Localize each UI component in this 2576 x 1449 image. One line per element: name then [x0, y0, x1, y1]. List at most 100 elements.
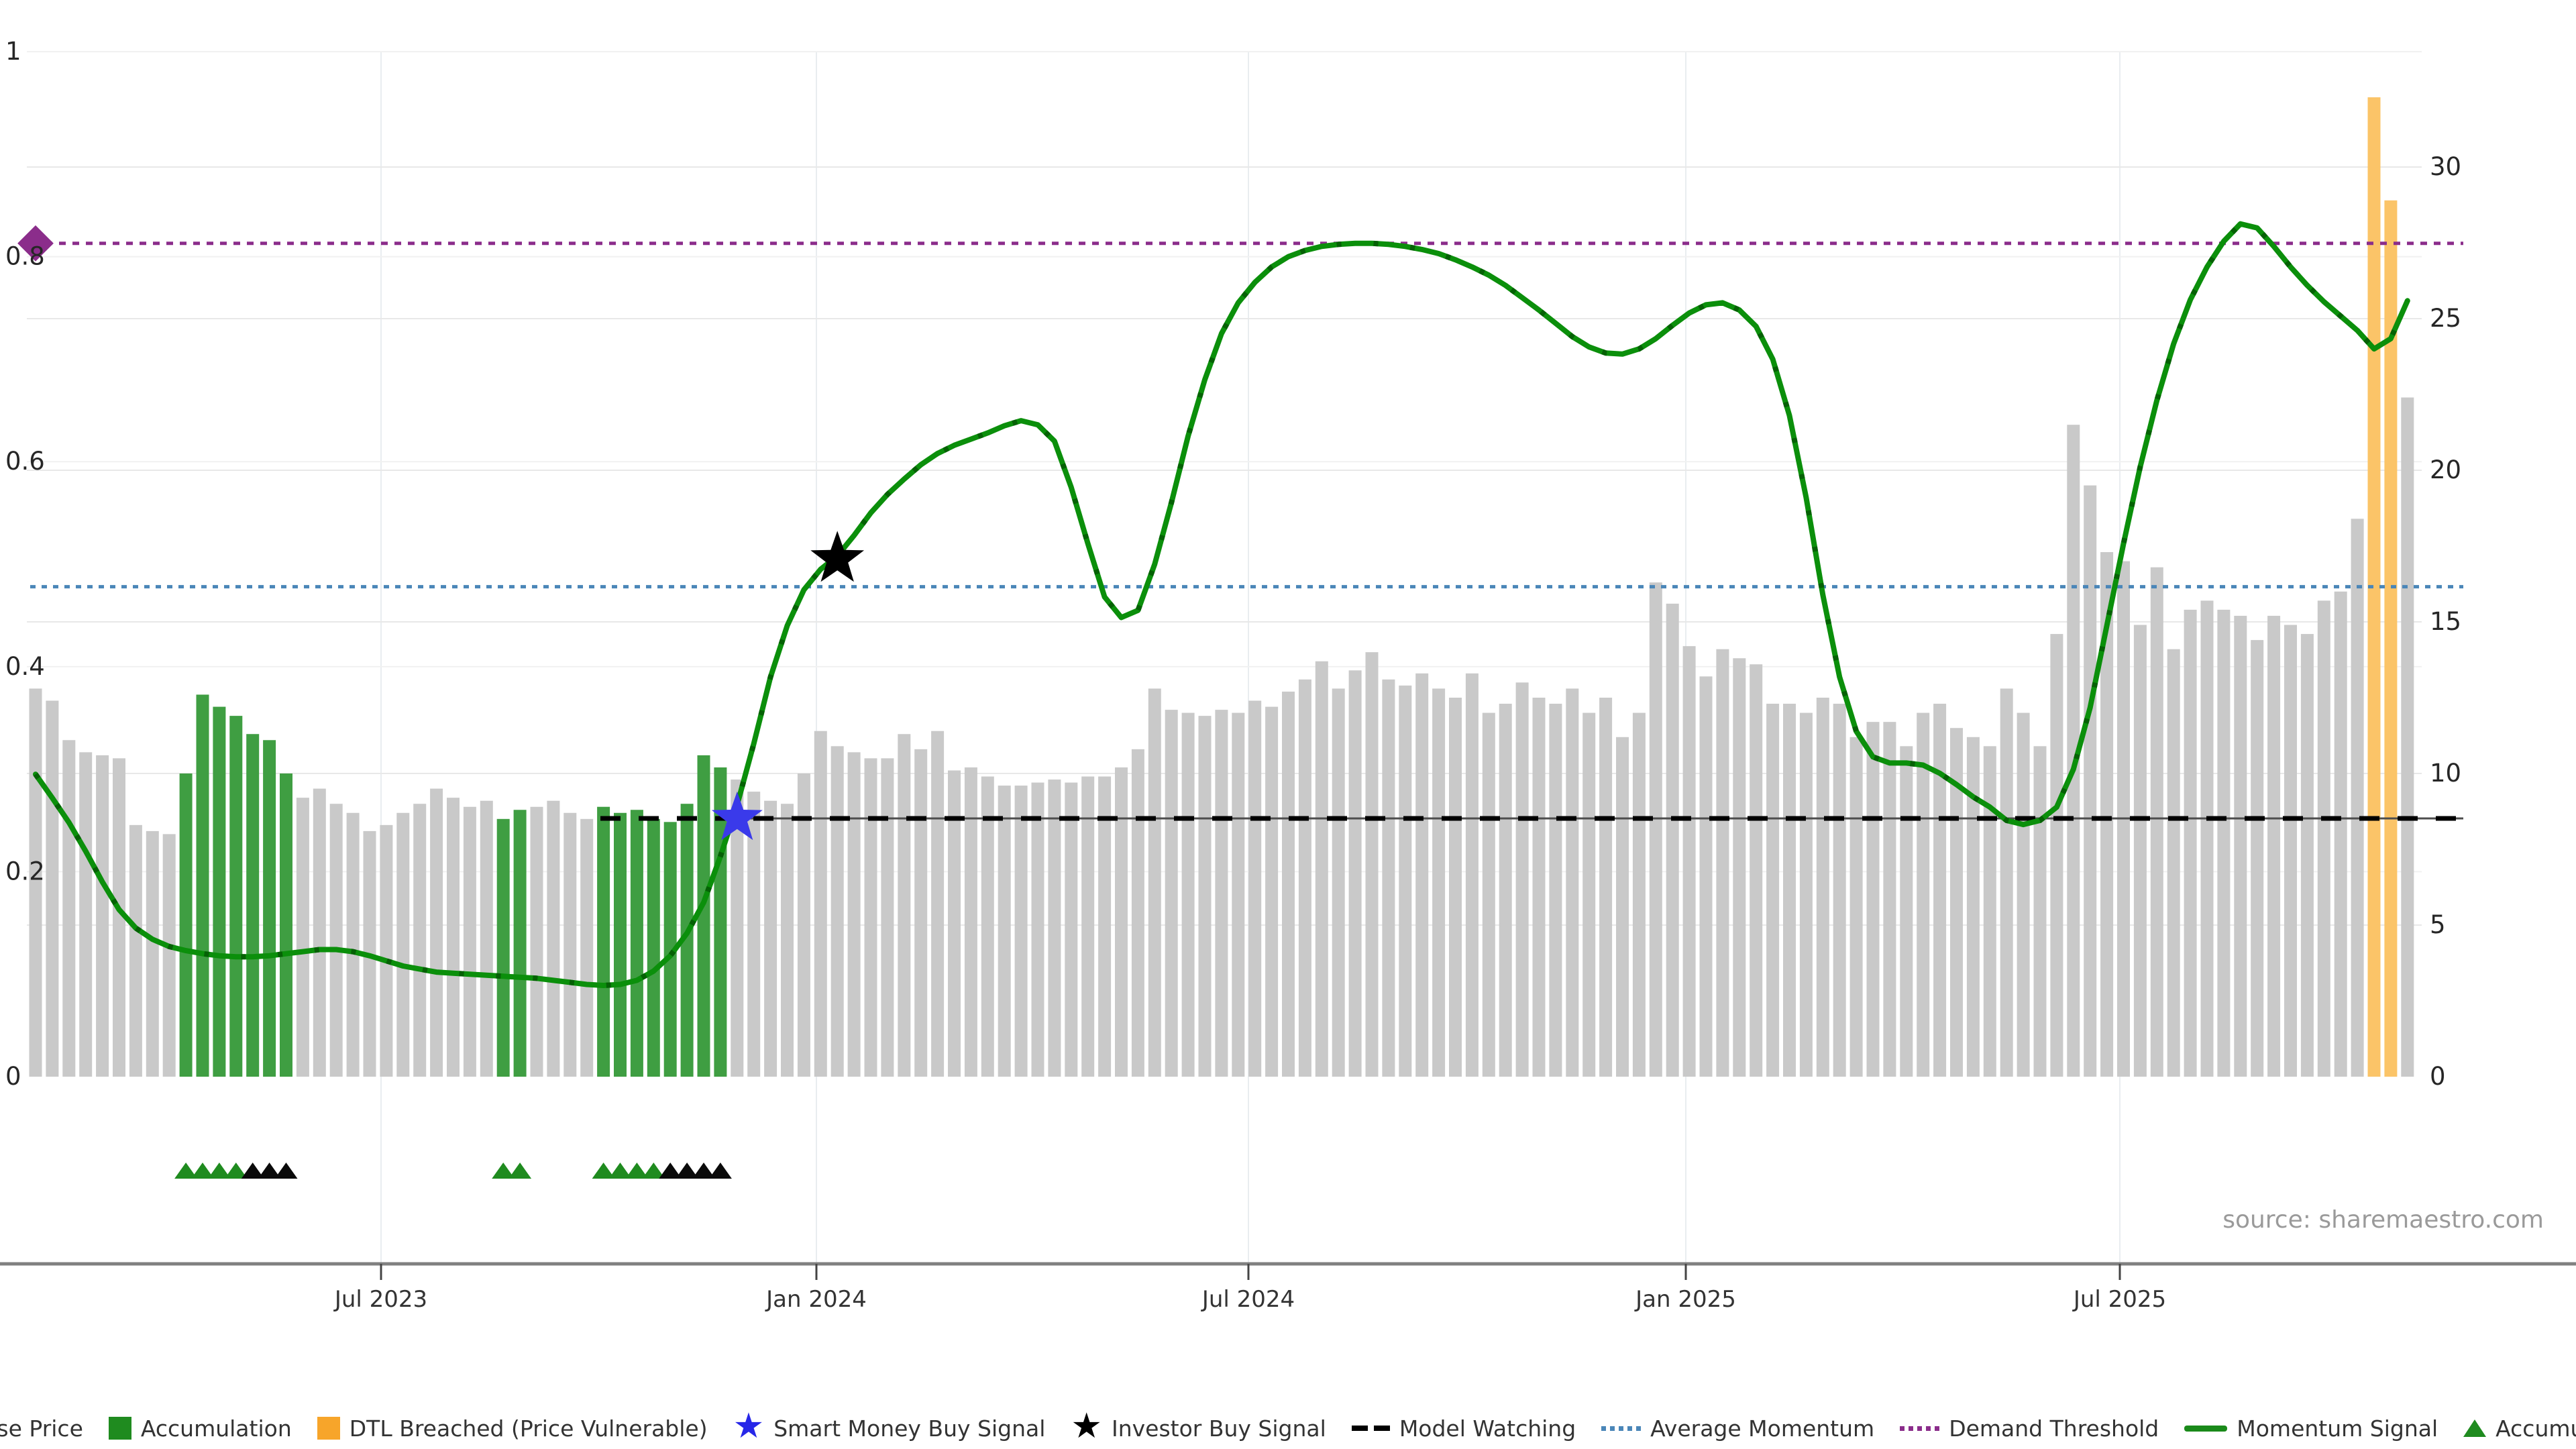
- accumulation-markers: [174, 1163, 732, 1179]
- price-bar: [1415, 674, 1428, 1077]
- price-bar: [1933, 704, 1946, 1077]
- price-bar: [1483, 713, 1495, 1077]
- price-bar: [79, 752, 92, 1077]
- price-bar: [564, 813, 576, 1077]
- price-bar: [2050, 634, 2063, 1077]
- right-axis-tick-label: 20: [2430, 455, 2461, 484]
- price-bar: [1566, 688, 1578, 1077]
- legend-label: Momentum Signal: [2237, 1415, 2438, 1442]
- legend-marker-line-icon: [2184, 1426, 2227, 1432]
- price-bar: [1466, 674, 1479, 1077]
- price-bar: [2334, 592, 2347, 1077]
- chart-legend: Close Price Accumulation DTL Breached (Pri…: [0, 1407, 2576, 1449]
- price-bar: [514, 810, 527, 1077]
- price-bar: [1182, 713, 1195, 1077]
- price-bar: [1148, 688, 1161, 1077]
- price-bar: [380, 825, 392, 1077]
- price-bar: [2267, 616, 2280, 1077]
- price-bar: [1766, 704, 1779, 1077]
- chart-page: Jul 2023Jan 2024Jul 2024Jan 2025Jul 2025…: [0, 0, 2576, 1449]
- legend-marker-star-icon: ★: [1071, 1415, 1102, 1438]
- price-bar: [2134, 625, 2147, 1077]
- legend-marker-square-icon: [317, 1417, 340, 1440]
- price-bar: [1549, 704, 1562, 1077]
- price-bar: [1265, 707, 1278, 1077]
- price-bar: [2167, 649, 2180, 1077]
- legend-marker-star-icon: ★: [733, 1415, 765, 1438]
- price-bar: [480, 801, 493, 1077]
- price-bar: [881, 758, 894, 1077]
- price-bar: [197, 694, 209, 1077]
- price-bar: [1098, 777, 1111, 1077]
- price-bar: [1833, 704, 1846, 1077]
- legend-item-momentum-signal: Momentum Signal: [2184, 1415, 2438, 1442]
- price-bar: [814, 731, 827, 1077]
- price-bar: [2234, 616, 2247, 1077]
- price-bar: [1115, 767, 1128, 1077]
- price-bar: [2184, 610, 2197, 1077]
- left-axis-tick-label: 0.4: [5, 652, 45, 681]
- price-bar: [2251, 640, 2263, 1077]
- legend-marker-dots-icon: [1601, 1426, 1641, 1431]
- price-bar: [1065, 783, 1077, 1077]
- price-bar: [1783, 704, 1796, 1077]
- price-bar: [1332, 688, 1345, 1077]
- price-bar: [1516, 682, 1529, 1077]
- price-bar: [1081, 777, 1094, 1077]
- price-bar: [1199, 716, 1212, 1077]
- price-bar: [2201, 600, 2214, 1077]
- price-bar: [1366, 652, 1379, 1077]
- left-axis-tick-label: 0.8: [5, 242, 45, 271]
- right-axis-tick-label: 25: [2430, 304, 2461, 333]
- price-bar: [2217, 610, 2230, 1077]
- right-axis-tick-label: 30: [2430, 152, 2461, 181]
- legend-item-demand-threshold: Demand Threshold: [1900, 1415, 2159, 1442]
- price-bar: [96, 755, 109, 1077]
- x-axis-tick-label: Jul 2025: [2072, 1286, 2166, 1313]
- legend-item-smart-money-buy-signal: ★Smart Money Buy Signal: [733, 1415, 1046, 1442]
- legend-item-accumulation: Accumulation: [109, 1415, 292, 1442]
- price-bar: [413, 804, 426, 1077]
- price-bar: [931, 731, 944, 1077]
- legend-item-investor-buy-signal: ★Investor Buy Signal: [1071, 1415, 1326, 1442]
- price-bar: [1817, 698, 1829, 1077]
- legend-marker-dashes-icon: [1352, 1426, 1390, 1431]
- price-bar: [1349, 670, 1362, 1077]
- price-bar: [497, 819, 510, 1077]
- price-bar: [1248, 701, 1261, 1077]
- price-bar: [965, 767, 977, 1077]
- accumulation-triangle: [275, 1163, 298, 1179]
- price-bar: [1015, 786, 1028, 1077]
- price-bar: [1683, 646, 1696, 1077]
- price-bar: [1032, 783, 1044, 1077]
- price-momentum-chart: Jul 2023Jan 2024Jul 2024Jan 2025Jul 2025…: [0, 0, 2576, 1449]
- price-bar: [2284, 625, 2297, 1077]
- accumulation-triangle: [709, 1163, 732, 1179]
- x-axis-tick-label: Jul 2024: [1201, 1286, 1295, 1313]
- price-bar: [981, 777, 994, 1077]
- price-bar: [597, 807, 610, 1077]
- price-bar: [1633, 713, 1646, 1077]
- price-bar: [1132, 749, 1144, 1077]
- legend-item-dtl-breached-price-vulnerable: DTL Breached (Price Vulnerable): [317, 1415, 708, 1442]
- price-bar: [1616, 737, 1629, 1077]
- price-bar: [62, 740, 75, 1077]
- price-bar: [1700, 676, 1713, 1077]
- price-bar: [531, 807, 543, 1077]
- price-bar: [998, 786, 1011, 1077]
- price-bar: [1215, 710, 1228, 1077]
- x-axis-tick-label: Jul 2023: [333, 1286, 427, 1313]
- price-bar: [1432, 688, 1445, 1077]
- price-bar: [447, 798, 460, 1077]
- price-bar: [1900, 746, 1913, 1077]
- left-axis-tick-label: 0: [5, 1062, 21, 1091]
- price-bar: [647, 819, 660, 1077]
- price-bar: [2017, 713, 2030, 1077]
- price-bar: [1599, 698, 1612, 1077]
- price-bar: [229, 716, 242, 1077]
- price-bar: [46, 701, 58, 1077]
- price-bar: [297, 798, 309, 1077]
- price-bar: [313, 789, 326, 1077]
- legend-item-close-price: Close Price: [0, 1415, 83, 1442]
- price-bar: [1733, 658, 1746, 1077]
